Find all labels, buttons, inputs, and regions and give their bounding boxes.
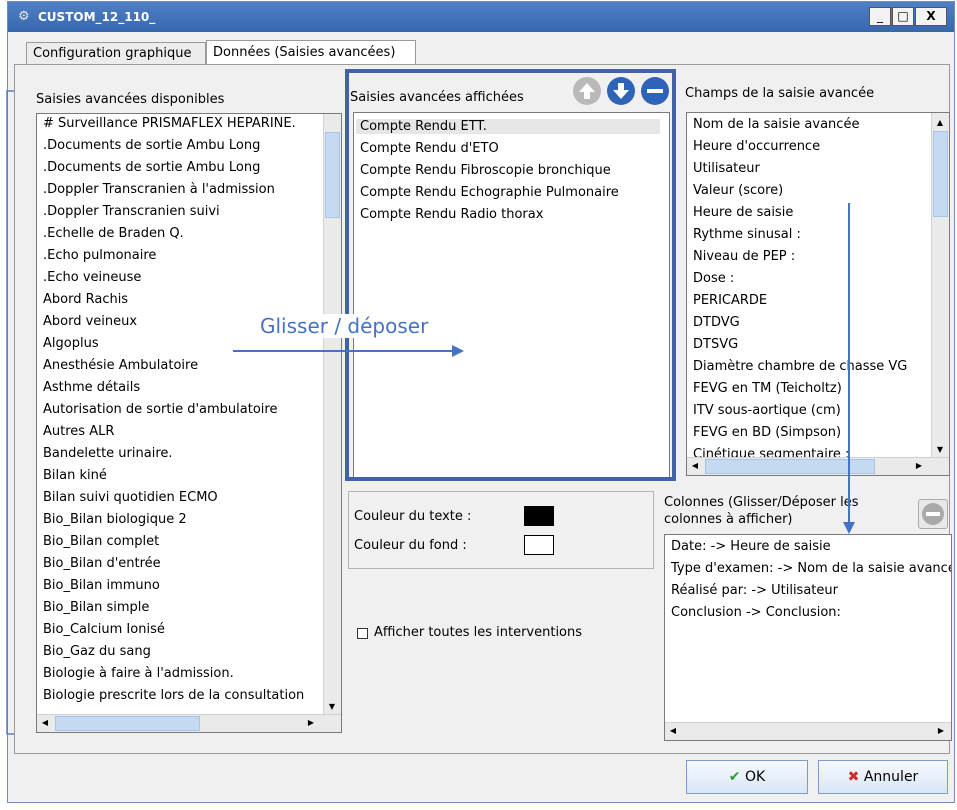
drag-arrow-head-icon	[452, 345, 464, 357]
drag-drop-annotation: Glisser / déposer	[258, 314, 431, 338]
left-bracket-line	[6, 90, 14, 735]
columns-arrow-head-icon	[843, 522, 855, 534]
annotation-overlay	[6, 90, 855, 735]
